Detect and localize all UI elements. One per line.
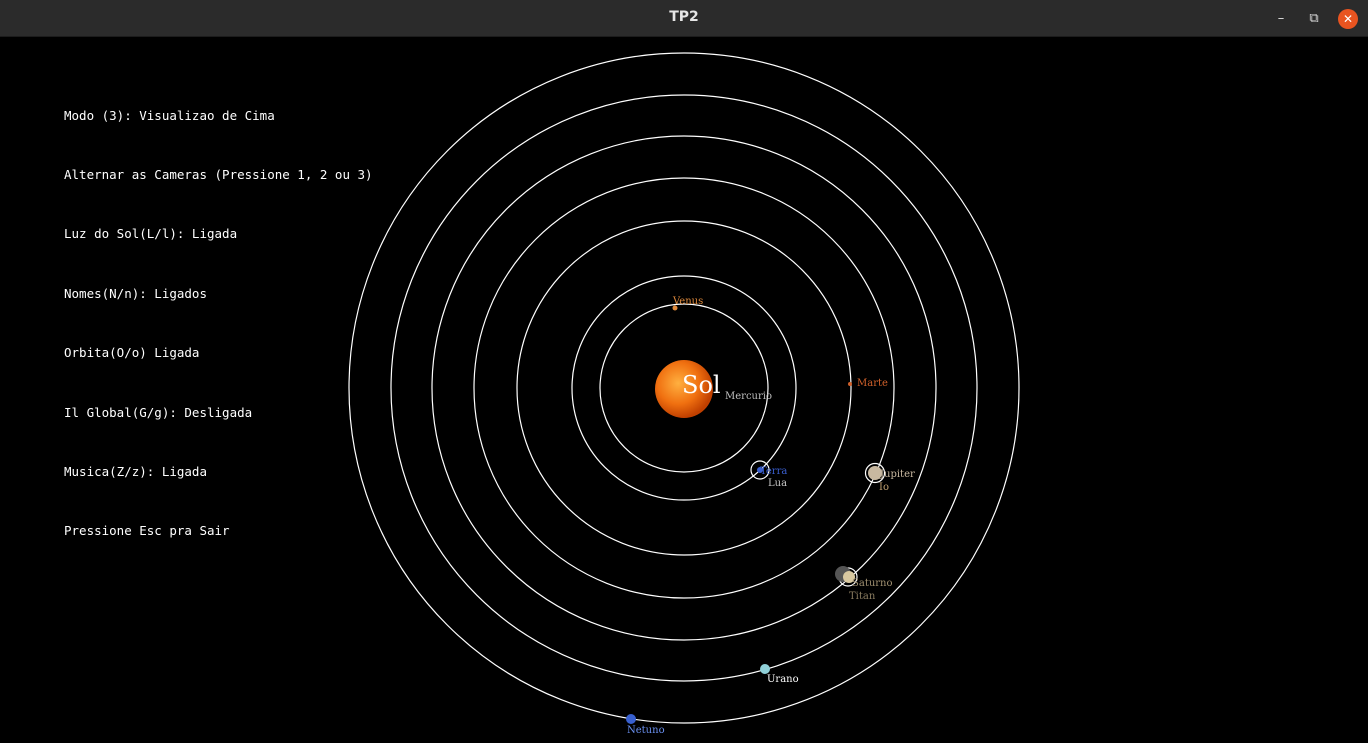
titan-label: Titan	[849, 591, 876, 602]
hud-line-exit: Pressione Esc pra Sair	[64, 523, 230, 539]
saturno-label: Saturno	[852, 578, 893, 589]
netuno	[626, 714, 636, 724]
planet-saturno: Saturno Titan	[835, 566, 893, 602]
maximize-button[interactable]: ⧉	[1304, 9, 1324, 29]
planet-urano: Urano	[760, 664, 799, 685]
mercurio-label: Mercurio	[725, 391, 772, 402]
sun-label: Sol	[682, 371, 721, 399]
marte	[848, 382, 852, 386]
planet-terra: Terra Lua	[750, 460, 787, 489]
venus-label: Venus	[672, 296, 703, 307]
hud-line-cameras: Alternar as Cameras (Pressione 1, 2 ou 3…	[64, 166, 373, 182]
planet-jupiter: Jupiter Io	[864, 462, 915, 493]
hud-line-global-light: Il Global(G/g): Desligada	[64, 404, 253, 420]
terra-label: Terra	[760, 466, 787, 477]
window-title: TP2	[669, 9, 699, 25]
jupiter-label: Jupiter	[879, 469, 915, 480]
title-bar: TP2 – ⧉ ✕	[0, 0, 1368, 37]
hud-line-sunlight: Luz do Sol(L/l): Ligada	[64, 226, 238, 242]
urano	[760, 664, 770, 674]
minimize-button[interactable]: –	[1271, 9, 1291, 29]
planet-mercurio: Mercurio	[725, 391, 772, 402]
marte-label: Marte	[857, 378, 888, 389]
hud-line-names: Nomes(N/n): Ligados	[64, 285, 207, 301]
planet-marte: Marte	[848, 378, 888, 389]
planet-netuno: Netuno	[626, 714, 665, 736]
netuno-label: Netuno	[627, 725, 665, 736]
planet-venus: Venus	[672, 296, 703, 311]
hud-line-music: Musica(Z/z): Ligada	[64, 463, 207, 479]
hud-panel: Modo (3): Visualizao de Cima Alternar as…	[64, 66, 373, 561]
lua-label: Lua	[768, 478, 787, 489]
close-button[interactable]: ✕	[1338, 9, 1358, 29]
io-label: Io	[879, 482, 889, 493]
urano-label: Urano	[767, 674, 799, 685]
hud-line-orbit: Orbita(O/o) Ligada	[64, 345, 200, 361]
hud-line-mode: Modo (3): Visualizao de Cima	[64, 107, 275, 123]
